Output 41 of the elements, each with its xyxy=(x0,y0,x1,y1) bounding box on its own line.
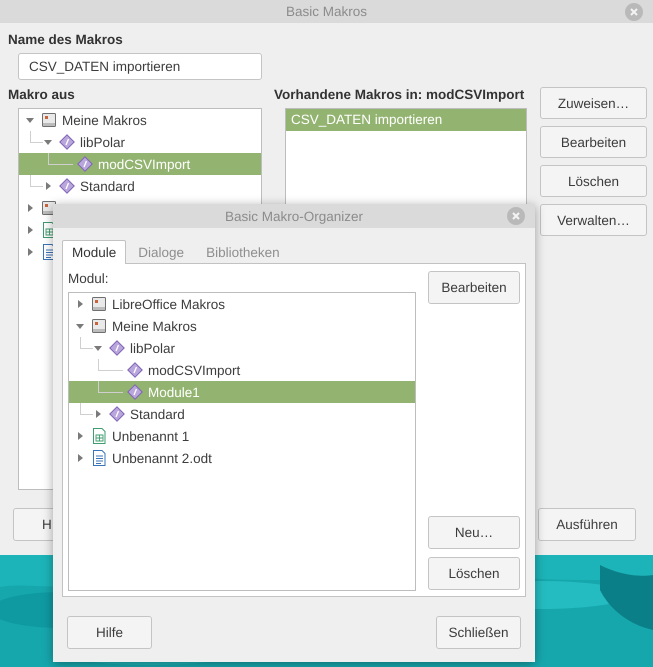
diamond-icon xyxy=(59,178,75,194)
tree-item[interactable]: Unbenannt 1 xyxy=(69,425,415,447)
container-icon xyxy=(41,112,57,128)
tree-item[interactable]: modCSVImport xyxy=(69,359,415,381)
action-button[interactable]: Löschen xyxy=(428,557,520,590)
edit-button[interactable]: Bearbeiten xyxy=(428,271,520,304)
diamond-icon xyxy=(59,134,75,150)
macro-name-field[interactable]: CSV_DATEN importieren xyxy=(18,53,262,80)
spreadsheet-icon xyxy=(91,428,107,444)
diamond-icon xyxy=(109,340,125,356)
run-button[interactable]: Ausführen xyxy=(538,508,636,541)
diamond-icon xyxy=(109,406,125,422)
tree-label: Modul: xyxy=(68,271,110,287)
tree-item[interactable]: Standard xyxy=(19,175,261,197)
action-button[interactable]: Löschen xyxy=(540,165,647,197)
help-button[interactable]: Hilfe xyxy=(67,616,152,649)
tree-item[interactable]: Standard xyxy=(69,403,415,425)
diamond-icon xyxy=(127,384,143,400)
action-button[interactable]: Bearbeiten xyxy=(540,126,647,158)
diamond-icon xyxy=(127,362,143,378)
diamond-icon xyxy=(77,156,93,172)
field-label: Name des Makros xyxy=(8,32,124,48)
tab[interactable]: Module xyxy=(62,240,126,264)
tree-item[interactable]: Meine Makros xyxy=(19,109,261,131)
container-icon xyxy=(41,200,57,216)
action-button[interactable]: Verwalten… xyxy=(540,204,647,236)
tree-item[interactable]: Meine Makros xyxy=(69,315,415,337)
action-button[interactable]: Neu… xyxy=(428,516,520,549)
close-button[interactable]: Schließen xyxy=(436,616,521,649)
window-title: Basic Makro-Organizer xyxy=(224,208,364,224)
tree-item[interactable]: Unbenannt 2.odt xyxy=(69,447,415,469)
tree-item[interactable]: libPolar xyxy=(69,337,415,359)
container-icon xyxy=(91,296,107,312)
window-title: Basic Makros xyxy=(286,4,368,19)
list-label: Vorhandene Makros in: modCSVImport xyxy=(274,87,526,103)
container-icon xyxy=(91,318,107,334)
action-button[interactable]: Zuweisen… xyxy=(540,87,647,119)
tree-label: Makro aus xyxy=(8,87,76,103)
tree-item[interactable]: LibreOffice Makros xyxy=(69,293,415,315)
document-icon xyxy=(91,450,107,466)
tree-item[interactable]: libPolar xyxy=(19,131,261,153)
